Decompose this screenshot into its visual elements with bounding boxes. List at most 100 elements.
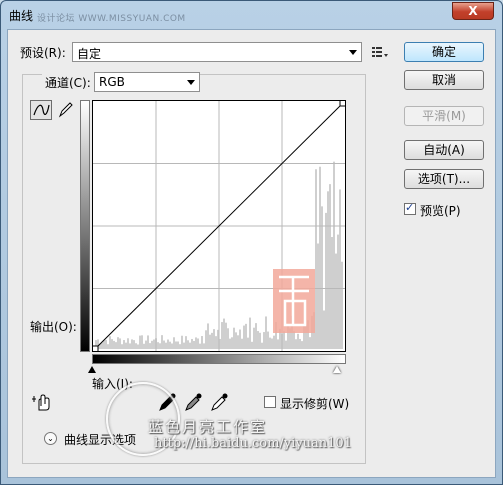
histogram-bar bbox=[259, 332, 261, 349]
histogram-bar bbox=[331, 237, 333, 349]
histogram-bar bbox=[215, 336, 217, 349]
window-title: 曲线 bbox=[9, 9, 34, 23]
histogram-bar bbox=[185, 336, 187, 349]
histogram-bar bbox=[111, 339, 113, 349]
preset-options-button[interactable] bbox=[368, 42, 390, 62]
chevron-down-icon bbox=[349, 50, 357, 55]
histogram-bar bbox=[237, 335, 239, 349]
histogram-bar bbox=[335, 253, 337, 349]
preset-select[interactable]: 自定 bbox=[72, 42, 362, 62]
watermark-studio-name: 蓝色月亮工作室 bbox=[148, 418, 268, 436]
histogram-bar bbox=[241, 338, 243, 349]
histogram-bar bbox=[293, 331, 295, 349]
histogram-bar bbox=[119, 338, 121, 349]
histogram-bar bbox=[207, 323, 209, 349]
histogram-bar bbox=[199, 343, 201, 349]
histogram-bar bbox=[223, 318, 225, 349]
curve-control-point[interactable] bbox=[91, 345, 99, 353]
histogram-bar bbox=[299, 338, 301, 349]
cancel-button[interactable]: 取消 bbox=[404, 70, 484, 90]
histogram-bar bbox=[221, 322, 223, 349]
options-button[interactable]: 选项(T)... bbox=[404, 169, 484, 189]
close-button[interactable]: X bbox=[452, 2, 494, 20]
histogram-bar bbox=[163, 340, 165, 349]
histogram-bar bbox=[101, 342, 103, 349]
gray-eyedropper[interactable] bbox=[182, 392, 204, 412]
histogram-bar bbox=[317, 243, 319, 349]
ok-button[interactable]: 确定 bbox=[404, 42, 484, 62]
histogram-bar bbox=[329, 184, 331, 349]
histogram-bar bbox=[149, 343, 151, 349]
histogram-bar bbox=[263, 332, 265, 349]
targeted-adjustment-tool[interactable] bbox=[32, 392, 54, 412]
preset-label: 预设(R): bbox=[20, 46, 66, 60]
histogram-bar bbox=[153, 339, 155, 349]
title-bar[interactable]: 曲线 设计论坛 WWW.MISSYUAN.COM X bbox=[1, 1, 502, 27]
histogram-bar bbox=[229, 338, 231, 349]
histogram-bar bbox=[181, 335, 183, 349]
histogram-bar bbox=[319, 166, 321, 349]
histogram-bar bbox=[323, 310, 325, 349]
histogram-bar bbox=[339, 189, 341, 349]
dialog-body: 预设(R): 自定 确定 取消 平滑(M) 自动(A) 选项(T)... 预览(… bbox=[7, 29, 496, 478]
histogram-bar bbox=[105, 339, 107, 349]
gray-eyedropper-icon bbox=[185, 393, 202, 411]
histogram-bar bbox=[173, 337, 175, 349]
smooth-button[interactable]: 平滑(M) bbox=[404, 106, 484, 126]
curve-graph[interactable] bbox=[91, 99, 347, 353]
preview-checkbox[interactable] bbox=[404, 201, 416, 215]
histogram-bar bbox=[295, 339, 297, 349]
histogram-bar bbox=[213, 329, 215, 349]
histogram-bar bbox=[231, 337, 233, 349]
histogram-bar bbox=[165, 342, 167, 349]
histogram-bar bbox=[211, 332, 213, 349]
histogram-bar bbox=[139, 335, 141, 349]
curve-point-tool[interactable] bbox=[30, 100, 52, 120]
chevron-down-icon[interactable]: ⌄ bbox=[44, 432, 57, 445]
histogram-bar bbox=[143, 343, 145, 349]
show-clipping-label: 显示修剪(W) bbox=[280, 397, 350, 411]
histogram-bar bbox=[341, 261, 343, 349]
histogram-bar bbox=[261, 342, 263, 349]
histogram-bar bbox=[191, 338, 193, 349]
histogram-bar bbox=[253, 327, 255, 349]
histogram-bar bbox=[177, 341, 179, 349]
histogram-bar bbox=[167, 339, 169, 349]
histogram-bar bbox=[159, 343, 161, 349]
output-label: 输出(O): bbox=[30, 320, 77, 334]
histogram-bar bbox=[197, 338, 199, 349]
histogram-bar bbox=[325, 212, 327, 349]
curves-dialog-window: 曲线 设计论坛 WWW.MISSYUAN.COM X 预设(R): 自定 确定 … bbox=[0, 0, 503, 485]
curve-control-point[interactable] bbox=[339, 99, 347, 107]
show-clipping-checkbox[interactable] bbox=[264, 396, 276, 408]
histogram-bar bbox=[137, 344, 139, 349]
auto-button[interactable]: 自动(A) bbox=[404, 140, 484, 160]
black-point-slider[interactable] bbox=[88, 366, 96, 373]
histogram-bar bbox=[193, 340, 195, 349]
histogram-bar bbox=[309, 337, 311, 349]
histogram-bar bbox=[157, 342, 159, 349]
histogram-bar bbox=[301, 341, 303, 349]
preview-label: 预览(P) bbox=[420, 204, 461, 218]
curve-chart[interactable] bbox=[91, 99, 347, 353]
pencil-tool[interactable] bbox=[56, 100, 78, 120]
histogram-bar bbox=[251, 341, 253, 349]
histogram-bar bbox=[209, 334, 211, 349]
chevron-down-icon bbox=[187, 80, 195, 85]
histogram-bar bbox=[225, 322, 227, 349]
white-point-slider[interactable] bbox=[333, 366, 341, 373]
histogram-bar bbox=[245, 323, 247, 349]
channel-select[interactable]: RGB bbox=[94, 72, 200, 92]
histogram-bar bbox=[203, 343, 205, 349]
histogram-bar bbox=[205, 330, 207, 349]
histogram-bar bbox=[187, 340, 189, 349]
white-eyedropper[interactable] bbox=[208, 392, 230, 412]
histogram-bar bbox=[201, 336, 203, 349]
histogram-bar bbox=[189, 342, 191, 349]
histogram-bar bbox=[151, 340, 153, 349]
histogram-bar bbox=[243, 325, 245, 349]
histogram-bar bbox=[179, 344, 181, 349]
histogram-bar bbox=[169, 341, 171, 349]
histogram-bar bbox=[133, 340, 135, 349]
histogram-bar bbox=[227, 328, 229, 349]
